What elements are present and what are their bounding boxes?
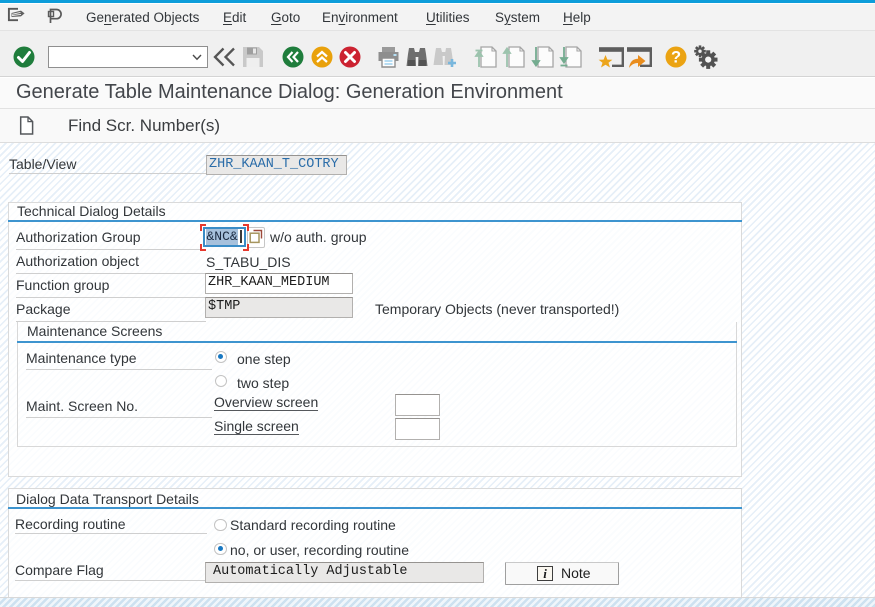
svg-text:?: ? xyxy=(671,49,681,67)
